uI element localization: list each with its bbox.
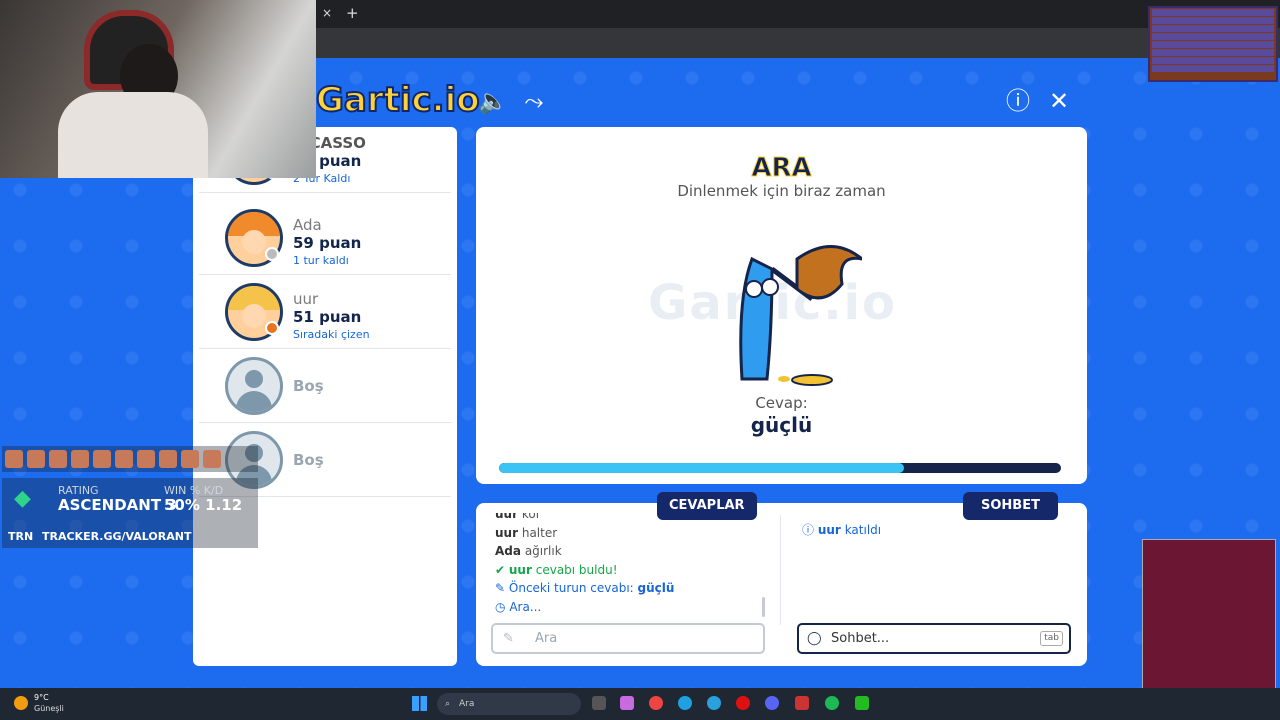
player-list: PICASSO 67 puan 2 Tur Kaldı Ada 59 puan …	[193, 127, 457, 666]
log-answer: güçlü	[637, 581, 675, 595]
telegram-icon[interactable]	[707, 696, 721, 710]
trn-url: TRACKER.GG/VALORANT	[42, 530, 192, 543]
rank-gem-icon: ◆	[14, 486, 31, 511]
taskbar-search[interactable]: ⌕ Ara	[437, 693, 581, 715]
round-progress-fill	[499, 463, 904, 473]
player-note: Sıradaki çizen	[293, 328, 370, 341]
discord-icon[interactable]	[765, 696, 779, 710]
player-name: uur	[293, 290, 319, 308]
spotify-icon[interactable]	[825, 696, 839, 710]
tab-key-hint: tab	[1040, 631, 1063, 646]
status-dot	[265, 247, 279, 261]
webcam-overlay	[0, 0, 316, 178]
shield-icon[interactable]	[795, 696, 809, 710]
answers-log[interactable]: uur kol uur halter Ada ağırlık ✔ uur cev…	[495, 513, 765, 621]
answer-input[interactable]: ✎ Ara	[491, 623, 765, 654]
rank-overlay: ◆ RATING ASCENDANT 3 WIN % K/D 50% 1.12 …	[2, 478, 258, 548]
round-title: ARA	[751, 153, 812, 184]
list-item: uur kol	[495, 513, 765, 524]
empty-avatar-icon	[225, 357, 283, 415]
win-value: 50% 1.12	[164, 496, 243, 514]
tab-chat[interactable]: SOHBET	[963, 492, 1058, 520]
log-user: uur	[495, 513, 519, 521]
windows-start-icon[interactable]	[412, 696, 427, 711]
log-user: Ada	[495, 544, 521, 558]
empty-slot-label: Boş	[293, 377, 324, 395]
copilot-icon[interactable]	[620, 696, 634, 710]
answer-input-placeholder: Ara	[535, 631, 558, 646]
player-score: 51 puan	[293, 308, 362, 326]
chat-bubble-icon: ◯	[807, 631, 822, 646]
chat-input-placeholder: Sohbet...	[831, 631, 890, 646]
clock-icon: ◷	[495, 599, 506, 614]
new-tab-icon[interactable]: +	[346, 4, 359, 22]
list-item: Ada ağırlık	[495, 542, 765, 561]
list-item: ✔ uur cevabı buldu!	[495, 561, 765, 580]
close-icon[interactable]: ✕	[1044, 86, 1074, 116]
trn-logo: TRN	[8, 530, 34, 543]
check-icon: ✔	[495, 562, 506, 577]
chat-user: uur	[817, 523, 841, 537]
log-text: halter	[521, 525, 558, 540]
player-row[interactable]: uur 51 puan Sıradaki çizen	[199, 275, 451, 349]
player-score: 59 puan	[293, 234, 362, 252]
player-row[interactable]: Ada 59 puan 1 tur kaldı	[199, 201, 451, 275]
empty-slot: Boş	[199, 349, 451, 423]
pencil-mascot-icon	[739, 245, 862, 386]
weather-desc: Güneşli	[34, 704, 64, 713]
task-view-icon[interactable]	[592, 696, 606, 710]
rank-value: ASCENDANT 3	[58, 496, 177, 514]
search-icon: ⌕	[445, 699, 451, 709]
opera-icon[interactable]	[736, 696, 750, 710]
chat-input[interactable]: ◯ Sohbet... tab	[797, 623, 1071, 654]
answer-word: güçlü	[750, 413, 813, 437]
leaderboard-overlay	[1148, 6, 1278, 82]
tab-close-icon[interactable]: ×	[322, 6, 332, 20]
pencil-icon: ✎	[503, 631, 514, 646]
list-item: uur halter	[495, 524, 765, 543]
round-subtitle: Dinlenmek için biraz zaman	[677, 182, 886, 200]
bottom-panel: CEVAPLAR SOHBET uur kol uur halter Ada a…	[476, 492, 1087, 666]
panel-divider	[780, 515, 781, 625]
log-text: kol	[521, 513, 540, 521]
app-icon[interactable]	[855, 696, 869, 710]
pencil-icon: ✎	[495, 581, 506, 595]
log-user: uur	[495, 525, 519, 540]
chat-log: ⓘ uur katıldı	[802, 521, 881, 538]
answer-label: Cevap:	[755, 394, 808, 412]
info-icon: ⓘ	[802, 523, 815, 537]
log-text: Önceki turun cevabı:	[508, 581, 634, 595]
taskbar-search-placeholder: Ara	[459, 699, 475, 709]
info-icon[interactable]: ⓘ	[1003, 86, 1033, 116]
player-name: Ada	[293, 216, 322, 234]
empty-slot-label: Boş	[293, 451, 324, 469]
agent-icons-strip	[2, 446, 258, 472]
round-card: ARA Dinlenmek için biraz zaman Gartic.io…	[476, 127, 1087, 484]
answers-scrollbar[interactable]	[762, 597, 765, 617]
log-text: ağırlık	[524, 544, 562, 558]
log-text: Ara...	[509, 599, 542, 614]
share-icon[interactable]: ⤳	[519, 86, 549, 116]
list-item: ◷ Ara...	[495, 598, 765, 617]
sound-icon[interactable]: 🔈	[478, 86, 508, 116]
list-item: ✎ Önceki turun cevabı: güçlü	[495, 579, 765, 598]
taskbar: 9°C Güneşli ⌕ Ara	[0, 688, 1280, 720]
player-note: 1 tur kaldı	[293, 254, 349, 267]
log-text: cevabı buldu!	[535, 562, 618, 577]
log-user: uur	[508, 562, 532, 577]
chat-text: katıldı	[844, 523, 882, 537]
chrome-icon[interactable]	[649, 696, 663, 710]
weather-temp: 9°C	[34, 693, 49, 702]
game-logo[interactable]: Gartic.io	[315, 79, 481, 121]
edge-icon[interactable]	[678, 696, 692, 710]
weather-icon[interactable]	[14, 696, 28, 710]
round-progress-bar	[499, 463, 1061, 473]
status-dot	[265, 321, 279, 335]
